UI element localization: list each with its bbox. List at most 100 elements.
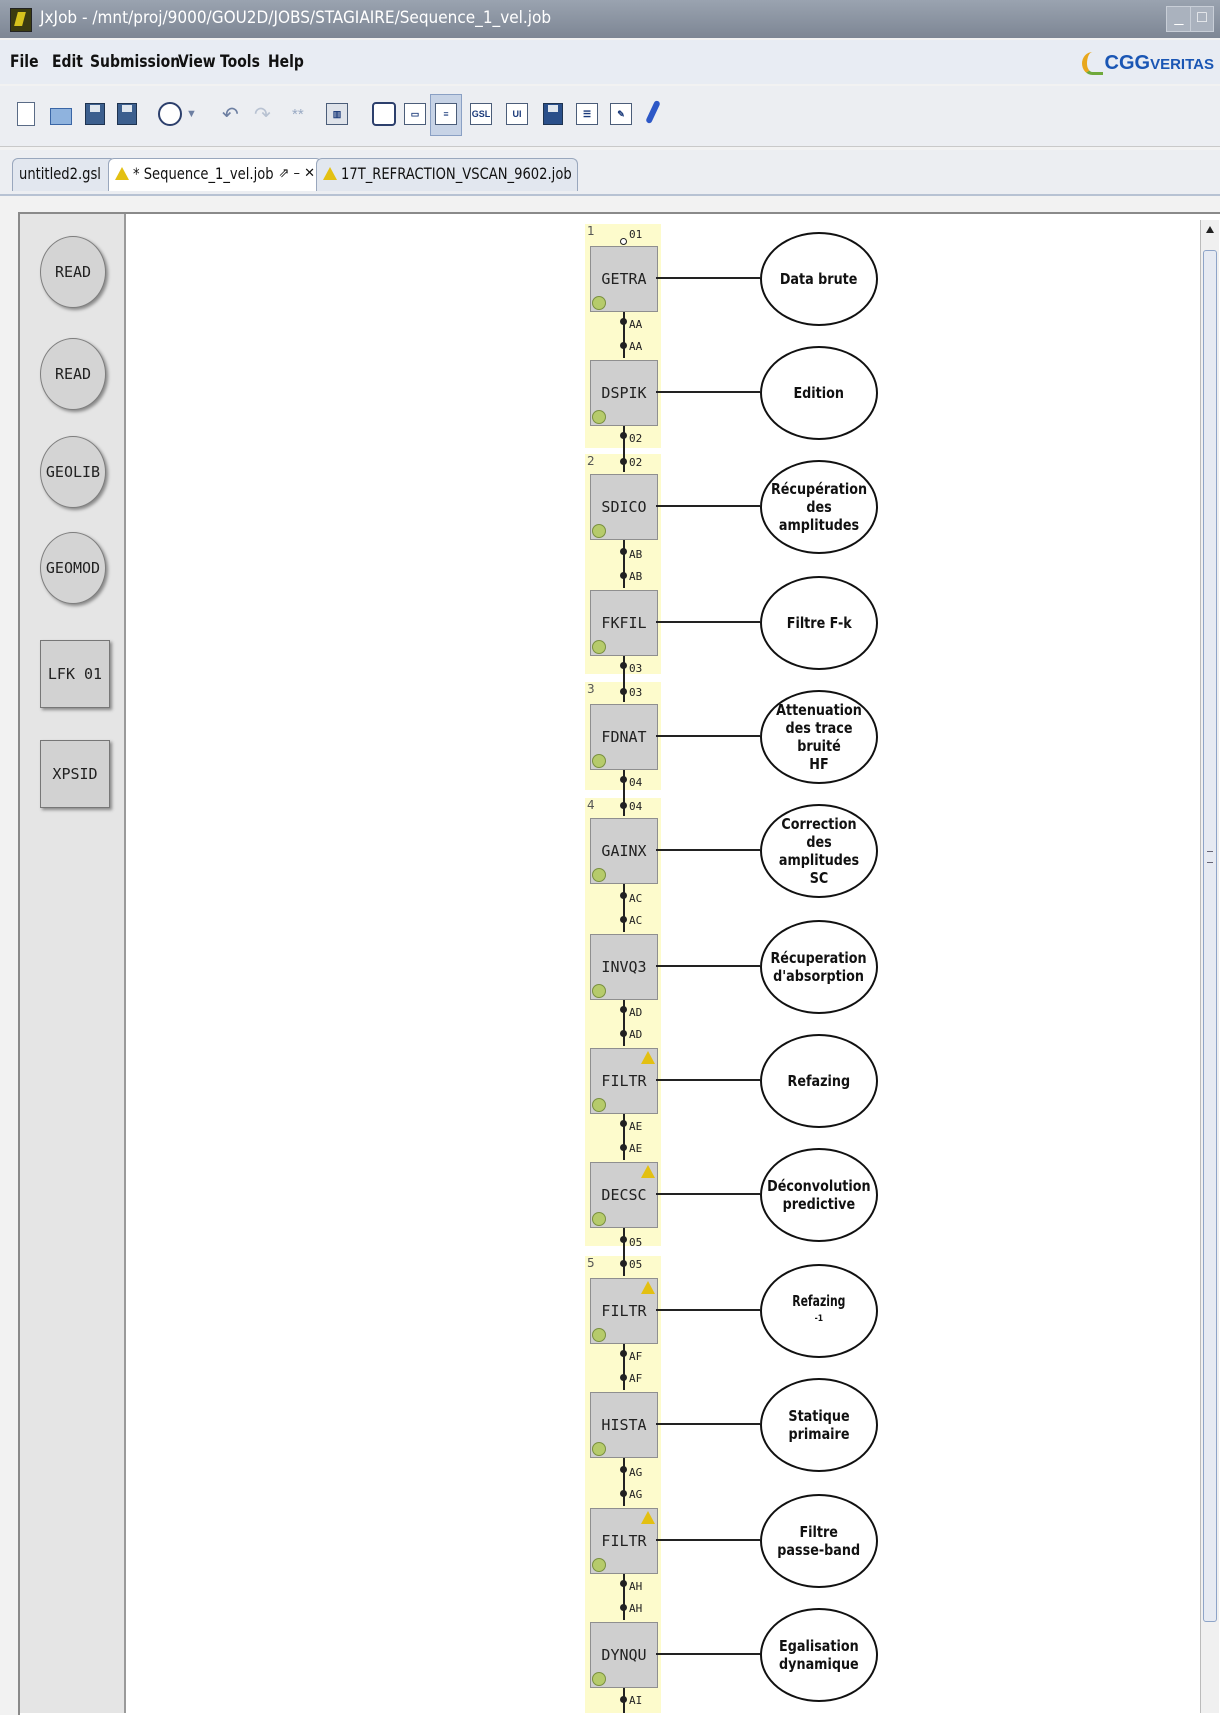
status-ok-icon (592, 1442, 606, 1456)
scroll-thumb[interactable] (1203, 250, 1217, 1622)
window-title: JxJob - /mnt/proj/9000/GOU2D/JOBS/STAGIA… (40, 8, 552, 28)
save-icon[interactable] (82, 100, 106, 130)
list-icon[interactable]: ☰ (574, 100, 598, 130)
port-label: AF (629, 1372, 643, 1385)
status-ok-icon (592, 640, 606, 654)
monitor-icon[interactable]: ▭ (402, 100, 426, 130)
menu-file[interactable]: File (10, 52, 39, 72)
pin-icon[interactable] (644, 99, 668, 130)
comment-connector (656, 277, 760, 279)
module-node-decsc[interactable]: DECSC (590, 1162, 658, 1228)
scroll-up-arrow-icon[interactable] (1203, 222, 1217, 238)
run-icon[interactable] (156, 100, 182, 130)
parameter-icon[interactable] (370, 100, 396, 130)
port-label: 02 (629, 456, 643, 469)
tab-17t-refraction[interactable]: 17T_REFRACTION_VSCAN_9602.job (316, 158, 578, 191)
status-ok-icon (592, 524, 606, 538)
status-ok-icon (592, 296, 606, 310)
gsl-icon[interactable]: GSL (468, 100, 492, 130)
sequence-number: 5 (587, 1256, 595, 1270)
comment-bubble[interactable]: Statique primaire (760, 1378, 878, 1472)
module-node-dynqu[interactable]: DYNQU (590, 1622, 658, 1688)
comment-bubble[interactable]: Data brute (760, 232, 878, 326)
menu-submission[interactable]: Submission (90, 52, 180, 72)
port-dot (620, 1604, 627, 1611)
palette-xpsid[interactable]: XPSID (40, 740, 110, 808)
module-node-dspik[interactable]: DSPIK (590, 360, 658, 426)
port-dot (620, 458, 627, 465)
port-dot (620, 1374, 627, 1381)
port-dot (620, 1260, 627, 1267)
palette-read-2[interactable]: READ (40, 338, 106, 410)
comment-connector (656, 1309, 760, 1311)
asterisk-icon[interactable]: ** (292, 100, 316, 130)
palette-geomod[interactable]: GEOMOD (40, 532, 106, 604)
comment-bubble[interactable]: Egalisation dynamique (760, 1608, 878, 1702)
comment-bubble[interactable]: Correction des amplitudes SC (760, 804, 878, 898)
toolbar: ▼ ↶ ↷ ** ▥ ▭ ≡ GSL UI ☰ ✎ (0, 86, 1220, 147)
comment-connector (656, 505, 760, 507)
palette-geolib[interactable]: GEOLIB (40, 436, 106, 508)
sequence-number: 3 (587, 682, 595, 696)
save-all-icon[interactable] (114, 100, 138, 130)
comment-bubble[interactable]: Edition (760, 346, 878, 440)
menu-bar: File Edit Submission View Tools Help CGG… (0, 40, 1220, 84)
tab-sequence-1-vel[interactable]: * Sequence_1_vel.job ⇗ – ✕ (108, 158, 322, 191)
status-ok-icon (592, 1672, 606, 1686)
status-ok-icon (592, 754, 606, 768)
columns-icon[interactable]: ▥ (324, 100, 348, 130)
minimize-button[interactable]: _ (1166, 6, 1192, 32)
redo-icon[interactable]: ↷ (254, 100, 278, 130)
status-ok-icon (592, 1098, 606, 1112)
undo-icon[interactable]: ↶ (222, 100, 246, 130)
comment-bubble[interactable]: Refazing -1 (760, 1264, 878, 1358)
flow-view-icon[interactable]: ≡ (430, 94, 462, 136)
port-label: 04 (629, 776, 643, 789)
menu-view[interactable]: View (178, 52, 216, 72)
port-dot (620, 1580, 627, 1587)
module-node-fdnat[interactable]: FDNAT (590, 704, 658, 770)
module-node-getra[interactable]: GETRA (590, 246, 658, 312)
port-dot (620, 1236, 627, 1243)
open-folder-icon[interactable] (48, 100, 72, 130)
new-file-icon[interactable] (14, 100, 38, 130)
port-dot (620, 1006, 627, 1013)
edit-check-icon[interactable]: ✎ (608, 100, 632, 130)
book-icon[interactable] (540, 100, 564, 130)
comment-connector (656, 849, 760, 851)
palette-read-1[interactable]: READ (40, 236, 106, 308)
comment-bubble[interactable]: Attenuation des trace bruité HF (760, 690, 878, 784)
comment-connector (656, 1653, 760, 1655)
warning-icon (641, 1281, 655, 1294)
module-node-gainx[interactable]: GAINX (590, 818, 658, 884)
module-node-fkfil[interactable]: FKFIL (590, 590, 658, 656)
sequence-number: 1 (587, 224, 595, 238)
vertical-scrollbar[interactable] (1200, 220, 1219, 1713)
ui-icon[interactable]: UI (504, 100, 528, 130)
comment-bubble[interactable]: Filtre F-k (760, 576, 878, 670)
module-node-filtr-3[interactable]: FILTR (590, 1508, 658, 1574)
comment-bubble[interactable]: Récuperation d'absorption (760, 920, 878, 1014)
menu-edit[interactable]: Edit (52, 52, 83, 72)
comment-bubble[interactable]: Récupération des amplitudes (760, 460, 878, 554)
port-dot (620, 342, 627, 349)
module-node-sdico[interactable]: SDICO (590, 474, 658, 540)
menu-tools[interactable]: Tools (220, 52, 260, 72)
palette-lfk01[interactable]: LFK 01 (40, 640, 110, 708)
menu-help[interactable]: Help (268, 52, 304, 72)
comment-bubble[interactable]: Filtre passe-band (760, 1494, 878, 1588)
tab-untitled2[interactable]: untitled2.gsl (12, 158, 116, 191)
comment-bubble[interactable]: Déconvolution predictive (760, 1148, 878, 1242)
port-label: 05 (629, 1258, 643, 1271)
module-node-filtr-1[interactable]: FILTR (590, 1048, 658, 1114)
dropdown-arrow-icon[interactable]: ▼ (186, 100, 198, 130)
module-node-hista[interactable]: HISTA (590, 1392, 658, 1458)
tab-controls[interactable]: ⇗ – ✕ (278, 159, 315, 189)
maximize-button[interactable]: □ (1190, 6, 1214, 32)
port-label: 01 (629, 228, 643, 241)
comment-bubble[interactable]: Refazing (760, 1034, 878, 1128)
module-node-invq3[interactable]: INVQ3 (590, 934, 658, 1000)
module-node-filtr-2[interactable]: FILTR (590, 1278, 658, 1344)
port-dot (620, 1350, 627, 1357)
port-label: 03 (629, 662, 643, 675)
